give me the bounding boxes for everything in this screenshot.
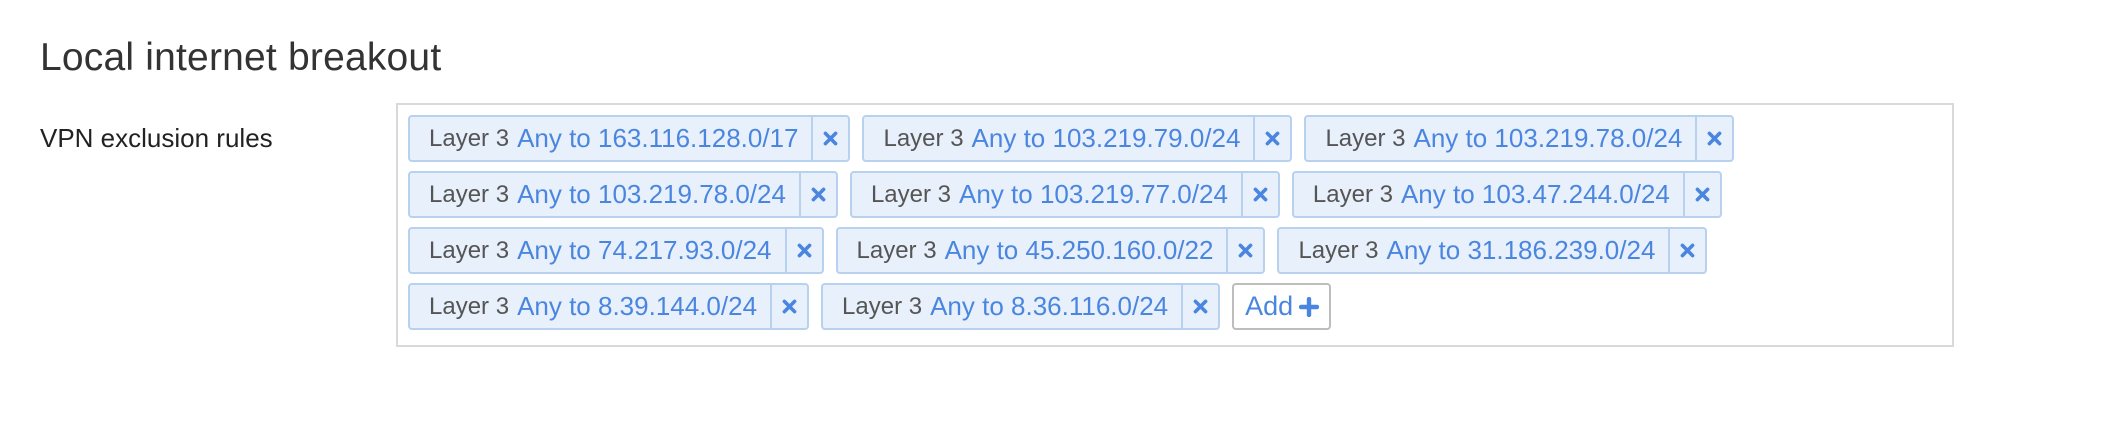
rule-value: Any to 103.47.244.0/24 bbox=[1400, 179, 1670, 209]
rule-value: Any to 103.219.78.0/24 bbox=[517, 179, 786, 209]
remove-rule-button[interactable] bbox=[1181, 285, 1218, 328]
rule-value: Any to 74.217.93.0/24 bbox=[517, 235, 772, 265]
rule-value: Any to 45.250.160.0/22 bbox=[944, 235, 1214, 265]
close-icon bbox=[1694, 186, 1711, 203]
close-icon bbox=[1192, 298, 1209, 315]
rule-type: Layer 3 bbox=[429, 292, 510, 320]
remove-rule-button[interactable] bbox=[811, 117, 848, 160]
close-icon bbox=[1679, 242, 1696, 259]
rule-tag: Layer 3 Any to 103.219.78.0/24 bbox=[1304, 115, 1735, 162]
close-icon bbox=[822, 130, 839, 147]
rule-value: Any to 103.219.79.0/24 bbox=[971, 123, 1241, 153]
rule-tag-text: Layer 3 Any to 8.39.144.0/24 bbox=[410, 285, 770, 328]
rule-tag-text: Layer 3 Any to 163.116.128.0/17 bbox=[410, 117, 811, 160]
rule-tag: Layer 3 Any to 103.47.244.0/24 bbox=[1291, 171, 1722, 218]
close-icon bbox=[1252, 186, 1269, 203]
rule-tag: Layer 3 Any to 74.217.93.0/24 bbox=[408, 227, 824, 274]
close-icon bbox=[1706, 130, 1723, 147]
rule-tag-text: Layer 3 Any to 103.219.77.0/24 bbox=[852, 173, 1241, 216]
rule-type: Layer 3 bbox=[870, 180, 952, 208]
close-icon bbox=[1264, 130, 1281, 147]
vpn-exclusion-rules-label: VPN exclusion rules bbox=[40, 123, 273, 153]
rule-tag: Layer 3 Any to 8.36.116.0/24 bbox=[821, 283, 1221, 330]
add-rule-label: Add bbox=[1245, 291, 1294, 321]
rule-tag-text: Layer 3 Any to 74.217.93.0/24 bbox=[410, 229, 785, 272]
remove-rule-button[interactable] bbox=[1682, 173, 1720, 216]
rule-type: Layer 3 bbox=[1298, 236, 1379, 264]
rule-tag: Layer 3 Any to 103.219.79.0/24 bbox=[862, 115, 1293, 162]
rule-type: Layer 3 bbox=[429, 236, 510, 264]
rule-value: Any to 103.219.77.0/24 bbox=[959, 179, 1228, 209]
vpn-exclusion-rules-field[interactable]: Layer 3 Any to 163.116.128.0/17 Layer 3 … bbox=[396, 103, 1954, 347]
rule-type: Layer 3 bbox=[429, 180, 510, 208]
rule-type: Layer 3 bbox=[1312, 180, 1393, 208]
close-icon bbox=[796, 242, 813, 259]
rule-tag-text: Layer 3 Any to 45.250.160.0/22 bbox=[838, 229, 1227, 272]
plus-icon bbox=[1299, 296, 1320, 317]
local-internet-breakout-section: Local internet breakout VPN exclusion ru… bbox=[0, 0, 2120, 438]
remove-rule-button[interactable] bbox=[1240, 173, 1278, 216]
rule-tag-text: Layer 3 Any to 8.36.116.0/24 bbox=[823, 285, 1181, 328]
rule-type: Layer 3 bbox=[883, 124, 964, 152]
rule-value: Any to 31.186.239.0/24 bbox=[1386, 235, 1656, 265]
remove-rule-button[interactable] bbox=[770, 285, 807, 328]
close-icon bbox=[1237, 242, 1254, 259]
remove-rule-button[interactable] bbox=[1695, 117, 1732, 160]
section-title: Local internet breakout bbox=[40, 36, 442, 79]
rule-tag-text: Layer 3 Any to 31.186.239.0/24 bbox=[1279, 229, 1668, 272]
close-icon bbox=[781, 298, 798, 315]
rule-value: Any to 103.219.78.0/24 bbox=[1413, 123, 1683, 153]
add-rule-button[interactable]: Add bbox=[1232, 283, 1332, 330]
rule-tag: Layer 3 Any to 103.219.77.0/24 bbox=[849, 171, 1280, 218]
rule-tag-list: Layer 3 Any to 163.116.128.0/17 Layer 3 … bbox=[408, 115, 1952, 339]
rule-tag: Layer 3 Any to 103.219.78.0/24 bbox=[408, 171, 838, 218]
rule-type: Layer 3 bbox=[856, 236, 937, 264]
rule-tag-text: Layer 3 Any to 103.219.79.0/24 bbox=[864, 117, 1253, 160]
rule-tag: Layer 3 Any to 31.186.239.0/24 bbox=[1277, 227, 1708, 274]
rule-tag-text: Layer 3 Any to 103.219.78.0/24 bbox=[1306, 117, 1695, 160]
rule-type: Layer 3 bbox=[842, 292, 923, 320]
remove-rule-button[interactable] bbox=[1253, 117, 1290, 160]
remove-rule-button[interactable] bbox=[798, 173, 836, 216]
rule-tag-text: Layer 3 Any to 103.47.244.0/24 bbox=[1294, 173, 1683, 216]
rule-tag: Layer 3 Any to 163.116.128.0/17 bbox=[408, 115, 851, 162]
remove-rule-button[interactable] bbox=[1226, 229, 1263, 272]
rule-tag-text: Layer 3 Any to 103.219.78.0/24 bbox=[410, 173, 799, 216]
close-icon bbox=[810, 186, 827, 203]
rule-type: Layer 3 bbox=[1325, 124, 1406, 152]
rule-tag: Layer 3 Any to 8.39.144.0/24 bbox=[408, 283, 810, 330]
rule-tag: Layer 3 Any to 45.250.160.0/22 bbox=[835, 227, 1266, 274]
rule-value: Any to 163.116.128.0/17 bbox=[517, 123, 799, 153]
rule-type: Layer 3 bbox=[429, 124, 510, 152]
remove-rule-button[interactable] bbox=[784, 229, 822, 272]
rule-value: Any to 8.36.116.0/24 bbox=[930, 291, 1169, 321]
rule-value: Any to 8.39.144.0/24 bbox=[517, 291, 758, 321]
remove-rule-button[interactable] bbox=[1668, 229, 1705, 272]
